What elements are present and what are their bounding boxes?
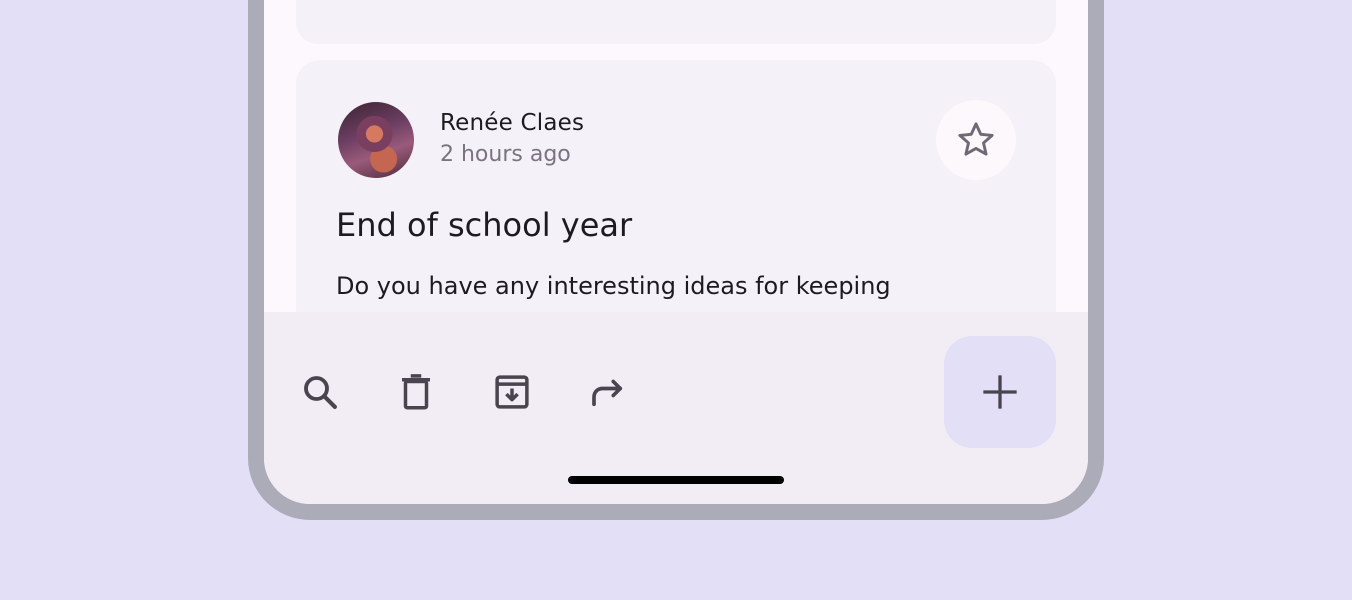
- bottom-app-bar: [264, 312, 1088, 504]
- forward-arrow-icon: [592, 379, 623, 407]
- phone-screen: Renée Claes 2 hours ago End of school ye…: [264, 0, 1088, 504]
- search-button[interactable]: [296, 368, 344, 416]
- post-time: 2 hours ago: [440, 142, 571, 167]
- post-body: Do you have any interesting ideas for ke…: [336, 272, 891, 300]
- search-icon: [304, 376, 337, 409]
- star-outline-icon: [958, 122, 994, 156]
- home-indicator[interactable]: [568, 476, 784, 484]
- trash-icon: [402, 374, 430, 410]
- post-title: End of school year: [336, 206, 633, 244]
- forward-button[interactable]: [584, 368, 632, 416]
- previous-post-card[interactable]: [296, 0, 1056, 44]
- favorite-button[interactable]: [936, 100, 1016, 180]
- archive-icon: [495, 375, 529, 409]
- stage: Renée Claes 2 hours ago End of school ye…: [0, 0, 1352, 600]
- delete-button[interactable]: [392, 368, 440, 416]
- phone-frame: Renée Claes 2 hours ago End of school ye…: [248, 0, 1104, 520]
- plus-icon: [983, 375, 1017, 409]
- compose-fab[interactable]: [944, 336, 1056, 448]
- archive-button[interactable]: [488, 368, 536, 416]
- avatar: [338, 102, 414, 178]
- post-author: Renée Claes: [440, 110, 585, 136]
